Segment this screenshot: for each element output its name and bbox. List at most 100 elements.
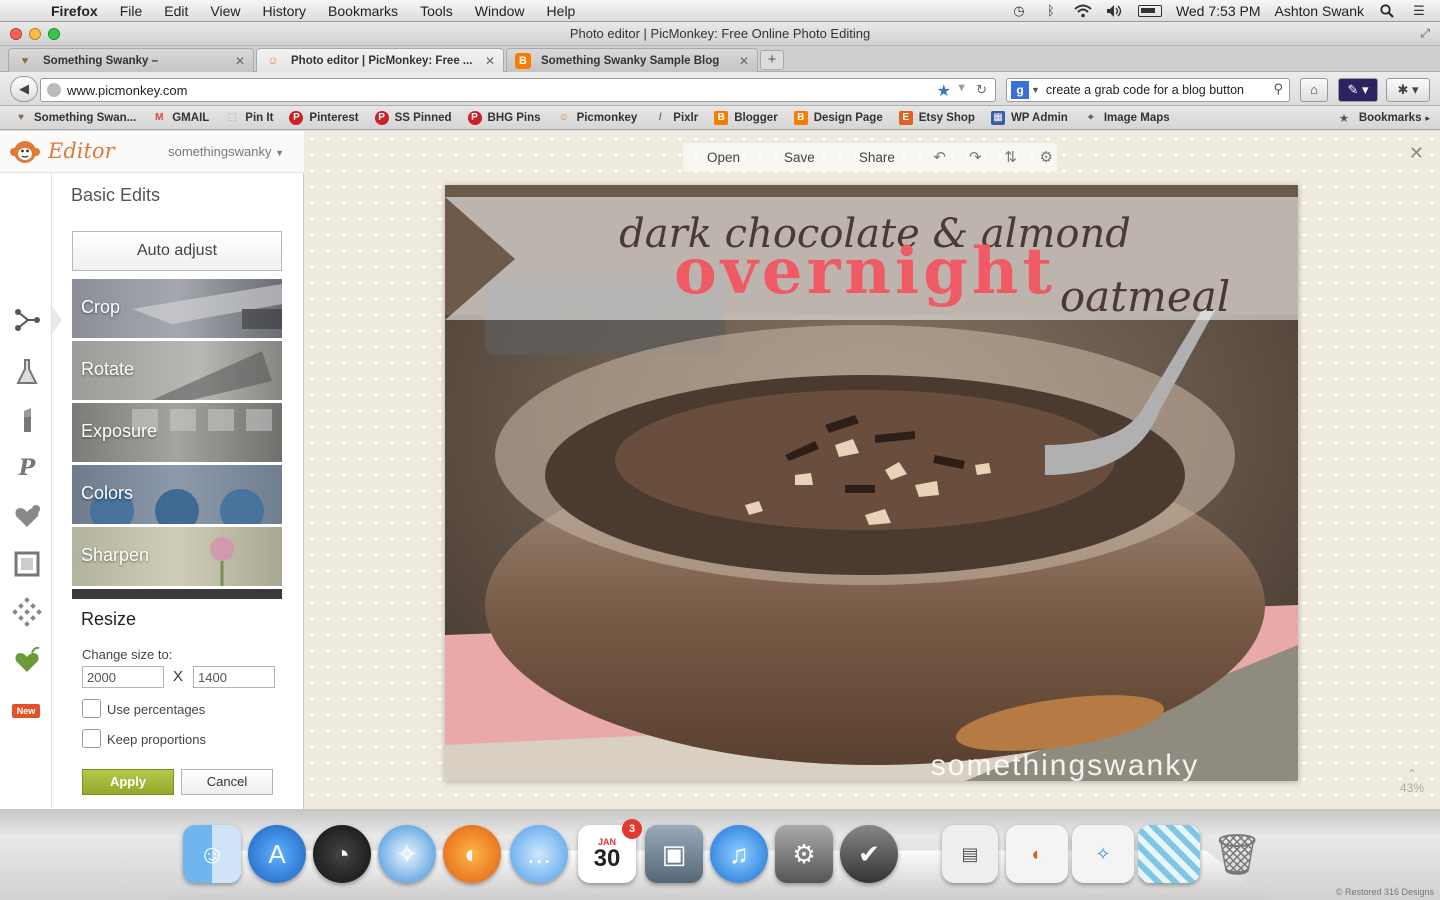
notification-center-icon[interactable]: ☰ [1410, 4, 1428, 18]
resize-width-input[interactable] [82, 666, 164, 688]
search-input[interactable]: create a grab code for a blog button [1046, 83, 1244, 97]
tab-picmonkey[interactable]: ☺ Photo editor | PicMonkey: Free ... ✕ [256, 48, 504, 72]
user-menu[interactable]: somethingswanky ▼ [168, 144, 284, 159]
safari-icon[interactable]: ✧ [378, 825, 436, 883]
search-bar[interactable]: g ▼ create a grab code for a blog button… [1006, 78, 1290, 102]
bookmark-item[interactable]: M GMAIL [152, 111, 209, 125]
wifi-icon[interactable] [1074, 4, 1092, 18]
crop-tool[interactable]: Crop [72, 279, 282, 338]
tab-sample-blog[interactable]: B Something Swanky Sample Blog ✕ [506, 48, 758, 72]
menu-window[interactable]: Window [464, 3, 536, 19]
bookmark-item[interactable]: P BHG Pins [467, 110, 541, 125]
search-engine-dropdown-icon[interactable]: ▼ [1031, 85, 1040, 95]
resize-height-input[interactable] [193, 666, 275, 688]
use-percentages-checkbox[interactable] [82, 699, 101, 718]
spotlight-search-icon[interactable] [1378, 4, 1396, 18]
frames-icon[interactable] [12, 549, 42, 579]
bookmarks-menu-button[interactable]: ★ Bookmarks ▸ [1339, 111, 1430, 125]
volume-icon[interactable] [1106, 4, 1124, 18]
new-tab-button[interactable]: + [760, 50, 784, 70]
bookmark-item[interactable]: ⌖ Image Maps [1084, 111, 1170, 125]
bookmark-star-icon[interactable]: ★ [937, 81, 951, 101]
firefox-window-thumbnail[interactable]: ◐ [1006, 825, 1068, 883]
checkmark-app-icon[interactable]: ✔ [840, 825, 898, 883]
url-history-dropdown-icon[interactable]: ▼ [956, 82, 967, 94]
close-editor-icon[interactable]: ✕ [1409, 143, 1424, 164]
bookmark-item[interactable]: ♥ Something Swan... [14, 111, 136, 125]
bookmark-item[interactable]: ⬚ Pin It [225, 111, 274, 125]
zoom-up-icon[interactable]: ⌃ [1400, 767, 1424, 781]
apply-button[interactable]: Apply [82, 769, 174, 795]
keep-proportions-checkbox[interactable] [82, 729, 101, 748]
close-tab-icon[interactable]: ✕ [485, 54, 495, 68]
iphoto-icon[interactable]: ▣ [645, 825, 703, 883]
app-store-icon[interactable]: A [248, 825, 306, 883]
firefox-icon[interactable]: ◐ [443, 825, 501, 883]
basic-edits-icon[interactable] [12, 305, 42, 335]
touch-up-lipstick-icon[interactable] [12, 405, 42, 435]
undo-icon[interactable]: ↶ [929, 148, 951, 166]
share-button[interactable]: Share [835, 150, 915, 165]
colors-tool[interactable]: Colors [72, 465, 282, 524]
menu-tools[interactable]: Tools [409, 3, 464, 19]
itunes-icon[interactable]: ♫ [710, 825, 768, 883]
battery-icon[interactable] [1137, 5, 1162, 17]
minimize-window-button[interactable] [29, 28, 41, 40]
bookmark-item[interactable]: B Blogger [714, 110, 778, 125]
use-percentages-label[interactable]: Use percentages [107, 702, 205, 717]
back-button[interactable]: ◀ [10, 76, 38, 102]
site-identity-icon[interactable] [47, 83, 61, 97]
bookmark-item[interactable]: ☺ Picmonkey [557, 111, 637, 125]
sharpen-tool[interactable]: Sharpen [72, 527, 282, 586]
bookmark-item[interactable]: E Etsy Shop [898, 110, 975, 125]
menu-view[interactable]: View [199, 3, 251, 19]
bookmark-item[interactable]: ▦ WP Admin [990, 110, 1068, 125]
tab-something-swanky[interactable]: ♥ Something Swanky – ✕ [8, 48, 254, 72]
bluetooth-icon[interactable]: ᛒ [1042, 4, 1060, 18]
time-machine-icon[interactable]: ◷ [1010, 4, 1028, 18]
effects-flask-icon[interactable] [12, 357, 42, 387]
exposure-tool[interactable]: Exposure [72, 403, 282, 462]
cancel-button[interactable]: Cancel [181, 769, 273, 795]
seasonal-theme-icon[interactable] [12, 645, 42, 675]
menu-bookmarks[interactable]: Bookmarks [317, 3, 409, 19]
addon-menu-button[interactable]: ✱ ▾ [1386, 78, 1430, 102]
compare-icon[interactable]: ⇅ [1000, 148, 1022, 166]
bookmark-item[interactable]: P SS Pinned [374, 110, 452, 125]
redo-icon[interactable]: ↷ [964, 148, 986, 166]
open-button[interactable]: Open [683, 150, 760, 165]
bookmark-item[interactable]: / Pixlr [653, 111, 698, 125]
trash-icon[interactable]: 🗑 [1208, 825, 1266, 883]
photo-canvas[interactable]: dark chocolate & almond overnight oatmea… [445, 185, 1298, 781]
messages-icon[interactable]: … [510, 825, 568, 883]
picmonkey-logo-icon[interactable] [10, 139, 40, 165]
reload-icon[interactable]: ↻ [976, 82, 987, 98]
menubar-user[interactable]: Ashton Swank [1275, 3, 1365, 19]
zoom-window-button[interactable] [48, 28, 60, 40]
settings-gear-icon[interactable]: ⚙ [1035, 148, 1057, 166]
keep-proportions-label[interactable]: Keep proportions [107, 732, 206, 747]
google-search-engine-icon[interactable]: g [1011, 81, 1029, 99]
home-button[interactable]: ⌂ [1300, 78, 1328, 102]
search-icon[interactable]: ⚲ [1273, 81, 1283, 97]
system-preferences-icon[interactable]: ⚙ [775, 825, 833, 883]
menu-history[interactable]: History [251, 3, 317, 19]
finder-icon[interactable]: ☺ [183, 825, 241, 883]
safari-window-thumbnail[interactable]: ✧ [1072, 825, 1134, 883]
menu-app-firefox[interactable]: Firefox [40, 3, 109, 19]
fullscreen-icon[interactable]: ⤢ [1420, 26, 1430, 41]
menu-help[interactable]: Help [536, 3, 587, 19]
bookmark-item[interactable]: P Pinterest [289, 110, 359, 125]
close-tab-icon[interactable]: ✕ [235, 54, 245, 68]
text-tool-icon[interactable]: P [12, 453, 42, 483]
menu-file[interactable]: File [109, 3, 154, 19]
menu-edit[interactable]: Edit [153, 3, 199, 19]
persona-addon-button[interactable]: ✎ ▾ [1338, 78, 1378, 102]
pattern-window-thumbnail[interactable] [1138, 825, 1200, 883]
dashboard-icon[interactable]: ◔ [313, 825, 371, 883]
zoom-control[interactable]: ⌃ 43% [1400, 767, 1424, 795]
downloads-stack-icon[interactable]: ▤ [942, 825, 998, 883]
close-tab-icon[interactable]: ✕ [739, 54, 749, 68]
textures-icon[interactable] [12, 597, 42, 627]
menubar-clock[interactable]: Wed 7:53 PM [1176, 3, 1261, 19]
